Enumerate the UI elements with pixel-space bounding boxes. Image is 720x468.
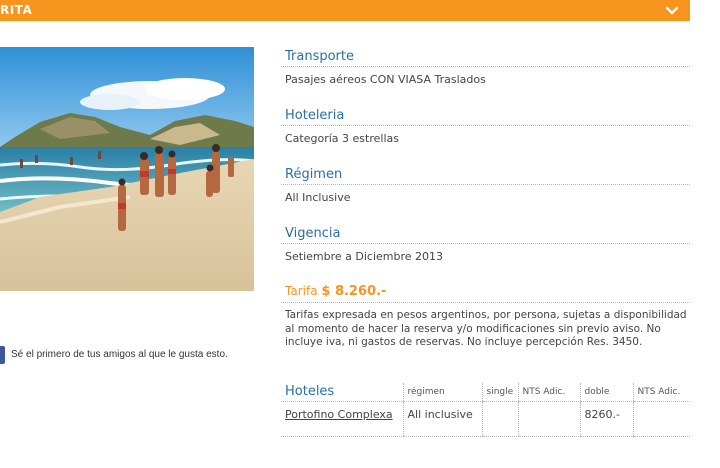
section-transporte: Transporte Pasajes aéreos CON VIASA Tras… [281, 47, 690, 106]
facebook-like-icon[interactable] [0, 346, 5, 364]
hotel-nts-cell [632, 401, 690, 437]
hotel-name-cell: Portofino Complexa [281, 401, 403, 437]
section-vigencia: Vigencia Setiembre a Diciembre 2013 [281, 224, 690, 283]
chevron-down-icon[interactable] [664, 2, 680, 18]
section-body: Setiembre a Diciembre 2013 [285, 250, 444, 263]
hotels-column-header: régimen [402, 383, 482, 402]
section-body: Categoría 3 estrellas [285, 132, 399, 145]
header-title: RITA [0, 3, 33, 17]
tarifa-label: Tarifa [285, 284, 318, 298]
hotel-name-link[interactable]: Portofino Complexa [285, 408, 393, 421]
hotel-nts-cell [517, 401, 580, 437]
hotels-column-header: NTS Adic. [632, 383, 690, 402]
hotel-regimen-cell: All inclusive [402, 401, 482, 437]
hotels-header-row: Hoteles régimen single NTS Adic. doble N… [281, 383, 690, 402]
hotel-single-cell [481, 401, 518, 437]
tarifa-disclaimer: Tarifas expresada en pesos argentinos, p… [285, 309, 687, 348]
facebook-like-text: Sé el primero de tus amigos al que le gu… [11, 349, 228, 360]
header-bar[interactable]: RITA [0, 0, 690, 21]
trip-details: Transporte Pasajes aéreos CON VIASA Tras… [281, 47, 690, 283]
section-regimen: Régimen All Inclusive [281, 165, 690, 224]
hotels-column-header: NTS Adic. [517, 383, 580, 402]
hotels-table: Hoteles régimen single NTS Adic. doble N… [281, 383, 690, 437]
section-hoteleria: Hoteleria Categoría 3 estrellas [281, 106, 690, 165]
tarifa-row: Tarifa $ 8.260.- [281, 284, 690, 303]
section-body: All Inclusive [285, 191, 351, 204]
hotels-column-header: doble [579, 383, 633, 402]
hotel-doble-cell: 8260.- [579, 401, 633, 437]
section-title: Hoteleria [281, 106, 690, 126]
section-body: Pasajes aéreos CON VIASA Traslados [285, 73, 486, 86]
tarifa-price: $ 8.260.- [321, 284, 387, 299]
hotels-column-header: single [481, 383, 518, 402]
beach-photo [0, 47, 254, 291]
hotels-column-header: Hoteles [281, 383, 403, 402]
table-row: Portofino Complexa All inclusive 8260.- [281, 401, 690, 437]
section-title: Régimen [281, 165, 690, 185]
section-title: Vigencia [281, 224, 690, 244]
section-title: Transporte [281, 47, 690, 67]
